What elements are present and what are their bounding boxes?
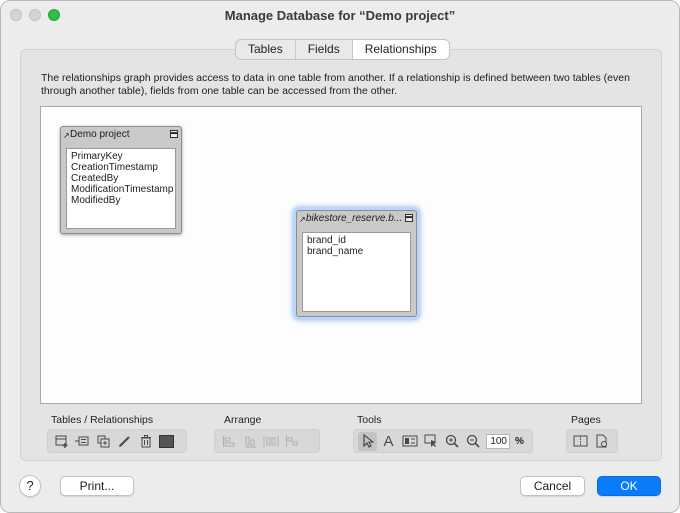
table-occurrence-demo-project[interactable]: ↗ Demo project ▬ PrimaryKey CreationTime… bbox=[60, 126, 182, 234]
tab-bar: Tables Fields Relationships bbox=[235, 39, 450, 60]
pointer-icon[interactable] bbox=[358, 431, 377, 451]
distribute-horizontal-icon[interactable] bbox=[261, 432, 280, 451]
table-occurrence-header[interactable]: ↗ Demo project ▬ bbox=[61, 127, 181, 142]
help-button[interactable]: ? bbox=[19, 475, 41, 497]
table-occurrence-header[interactable]: ↗ bikestore_reserve.b... ▬ bbox=[297, 211, 416, 226]
field-item[interactable]: PrimaryKey bbox=[71, 151, 171, 162]
table-field-list: brand_id brand_name bbox=[302, 232, 411, 312]
field-item[interactable]: ModificationTimestamp bbox=[71, 184, 173, 195]
page-setup-icon[interactable] bbox=[592, 432, 611, 451]
tools-label: Tools bbox=[357, 414, 382, 426]
pages-toolgroup bbox=[566, 429, 618, 453]
zoom-out-icon[interactable] bbox=[463, 432, 482, 451]
text-tool-icon[interactable]: A bbox=[379, 432, 398, 451]
align-center-icon[interactable] bbox=[240, 432, 259, 451]
tab-tables[interactable]: Tables bbox=[236, 40, 296, 59]
show-hide-icon[interactable] bbox=[400, 432, 419, 451]
table-occurrence-name: bikestore_reserve.b... bbox=[306, 213, 403, 224]
field-item[interactable]: CreatedBy bbox=[71, 173, 171, 184]
field-item[interactable]: ModifiedBy bbox=[71, 195, 171, 206]
print-button[interactable]: Print... bbox=[60, 476, 134, 496]
arrange-label: Arrange bbox=[224, 414, 262, 426]
manage-database-window: Manage Database for “Demo project” Table… bbox=[0, 0, 680, 513]
collapse-toggle-icon[interactable]: ▬ bbox=[405, 214, 413, 222]
pages-label: Pages bbox=[571, 414, 601, 426]
field-item[interactable]: CreationTimestamp bbox=[71, 162, 171, 173]
ok-button[interactable]: OK bbox=[597, 476, 661, 496]
cancel-button[interactable]: Cancel bbox=[520, 476, 585, 496]
tables-relationships-toolgroup bbox=[47, 429, 187, 453]
table-occurrence-name: Demo project bbox=[70, 129, 130, 140]
edit-pencil-icon[interactable] bbox=[115, 432, 134, 451]
align-left-icon[interactable] bbox=[219, 432, 238, 451]
zoom-in-icon[interactable] bbox=[442, 432, 461, 451]
relationships-description: The relationships graph provides access … bbox=[41, 72, 630, 97]
add-table-icon[interactable] bbox=[52, 432, 71, 451]
table-occurrence-bikestore[interactable]: ↗ bikestore_reserve.b... ▬ brand_id bran… bbox=[296, 210, 417, 317]
page-break-icon[interactable] bbox=[571, 432, 590, 451]
tab-relationships[interactable]: Relationships bbox=[352, 40, 449, 59]
zoom-percent-label: % bbox=[515, 435, 524, 447]
select-related-icon[interactable] bbox=[421, 432, 440, 451]
field-item[interactable]: brand_name bbox=[307, 246, 406, 257]
arrange-toolgroup bbox=[214, 429, 320, 453]
collapse-toggle-icon[interactable]: ▬ bbox=[170, 130, 178, 138]
table-arrow-icon: ↗ bbox=[299, 215, 306, 224]
trash-icon[interactable] bbox=[136, 432, 155, 451]
window-title: Manage Database for “Demo project” bbox=[224, 8, 456, 23]
distribute-vertical-icon[interactable] bbox=[282, 432, 301, 451]
field-item[interactable]: brand_id bbox=[307, 235, 406, 246]
tab-fields[interactable]: Fields bbox=[296, 40, 353, 59]
tables-relationships-label: Tables / Relationships bbox=[51, 414, 154, 426]
tools-toolgroup: A 100 % bbox=[353, 429, 533, 453]
table-field-list: PrimaryKey CreationTimestamp CreatedBy M… bbox=[66, 148, 176, 229]
table-arrow-icon: ↗ bbox=[63, 131, 70, 140]
title-bar: Manage Database for “Demo project” bbox=[1, 1, 679, 31]
zoom-level-field[interactable]: 100 bbox=[486, 433, 510, 449]
duplicate-icon[interactable] bbox=[94, 432, 113, 451]
add-relationship-icon[interactable] bbox=[73, 432, 92, 451]
color-swatch-icon[interactable] bbox=[157, 432, 176, 451]
